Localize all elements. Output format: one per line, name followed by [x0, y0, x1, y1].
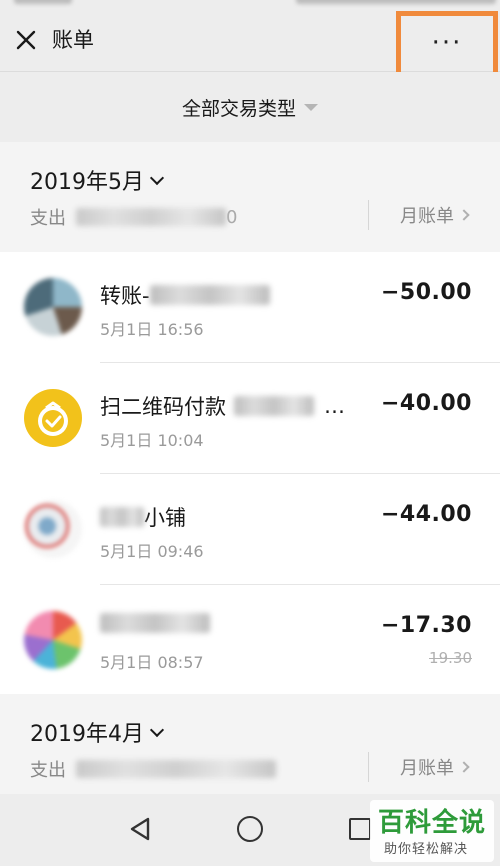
transaction-list: 转账- 5月1日 16:56 −50.00 扫二维码付款 … 5月1日 10:0… [0, 252, 500, 694]
transaction-time: 5月1日 16:56 [100, 320, 204, 339]
page-title: 账单 [52, 28, 94, 52]
transaction-amount: −44.00 [380, 502, 472, 527]
transaction-name: 转账- [100, 280, 270, 310]
status-icons [296, 0, 496, 4]
month-header-may: 2019年5月 支出 0 月账单 [0, 142, 500, 252]
status-blur [14, 0, 72, 4]
status-bar [0, 0, 500, 8]
transaction-row[interactable]: 小铺 5月1日 09:46 −44.00 [0, 474, 500, 585]
expense-label: 支出 [30, 208, 66, 229]
name-blurred [234, 396, 314, 416]
month-header-april: 2019年4月 支出 月账单 [0, 694, 500, 794]
watermark-sub: 助你轻松解决 [384, 842, 469, 857]
expense-value-blurred [76, 208, 226, 226]
month-title: 2019年5月 [30, 170, 144, 195]
chevron-down-icon [149, 170, 165, 185]
chevron-right-icon [458, 761, 470, 773]
expense-value-blurred [76, 760, 276, 778]
transaction-row[interactable]: 5月1日 08:57 −17.30 19.30 [0, 585, 500, 696]
avatar [24, 500, 82, 558]
qr-payment-icon [24, 389, 82, 447]
original-amount: 19.30 [429, 649, 472, 667]
transaction-time: 5月1日 10:04 [100, 431, 204, 450]
monthly-bill-label: 月账单 [400, 758, 454, 779]
name-blurred [100, 613, 210, 633]
close-button[interactable] [12, 26, 40, 54]
caret-down-icon [304, 103, 318, 111]
chevron-right-icon [458, 209, 470, 221]
transaction-time: 5月1日 08:57 [100, 653, 204, 672]
transaction-name-text: 转账- [100, 284, 150, 308]
month-selector[interactable]: 2019年4月 [30, 716, 165, 748]
chevron-down-icon [149, 722, 165, 737]
month-title: 2019年4月 [30, 722, 144, 747]
expense-summary: 支出 0 [30, 204, 237, 230]
back-triangle-icon[interactable] [128, 816, 152, 842]
watermark-main: 百科全说 [378, 808, 487, 838]
monthly-bill-link[interactable]: 月账单 [400, 202, 470, 228]
transaction-name-text: 扫二维码付款 [100, 395, 226, 419]
transaction-name: 扫二维码付款 … [100, 391, 345, 421]
title-bar: 账单 ··· [0, 8, 500, 89]
transaction-amount: −50.00 [380, 280, 472, 305]
transaction-row[interactable]: 扫二维码付款 … 5月1日 10:04 −40.00 [0, 363, 500, 474]
recents-square-icon[interactable] [349, 818, 371, 840]
transaction-type-filter[interactable]: 全部交易类型 [0, 72, 500, 142]
transaction-row[interactable]: 转账- 5月1日 16:56 −50.00 [0, 252, 500, 363]
monthly-bill-label: 月账单 [400, 206, 454, 227]
expense-label: 支出 [30, 760, 66, 781]
watermark-logo: 百科全说 助你轻松解决 [370, 800, 494, 862]
transaction-name [100, 613, 210, 633]
expense-summary: 支出 [30, 756, 276, 782]
name-blurred [149, 285, 270, 305]
filter-label: 全部交易类型 [181, 97, 296, 120]
close-icon [16, 30, 36, 50]
avatar [24, 611, 82, 669]
transaction-amount: −40.00 [380, 391, 472, 416]
transaction-time: 5月1日 09:46 [100, 542, 204, 561]
more-icon: ··· [431, 28, 463, 58]
home-circle-icon[interactable] [237, 816, 263, 842]
month-selector[interactable]: 2019年5月 [30, 164, 165, 196]
transaction-name-text: 小铺 [144, 506, 186, 530]
name-blurred [100, 507, 144, 527]
transaction-amount: −17.30 [380, 613, 472, 638]
monthly-bill-link[interactable]: 月账单 [400, 754, 470, 780]
ellipsis: … [324, 394, 345, 418]
transaction-name: 小铺 [100, 502, 186, 532]
divider [368, 200, 369, 230]
divider [368, 752, 369, 782]
avatar [24, 278, 82, 336]
expense-suffix: 0 [226, 206, 238, 228]
